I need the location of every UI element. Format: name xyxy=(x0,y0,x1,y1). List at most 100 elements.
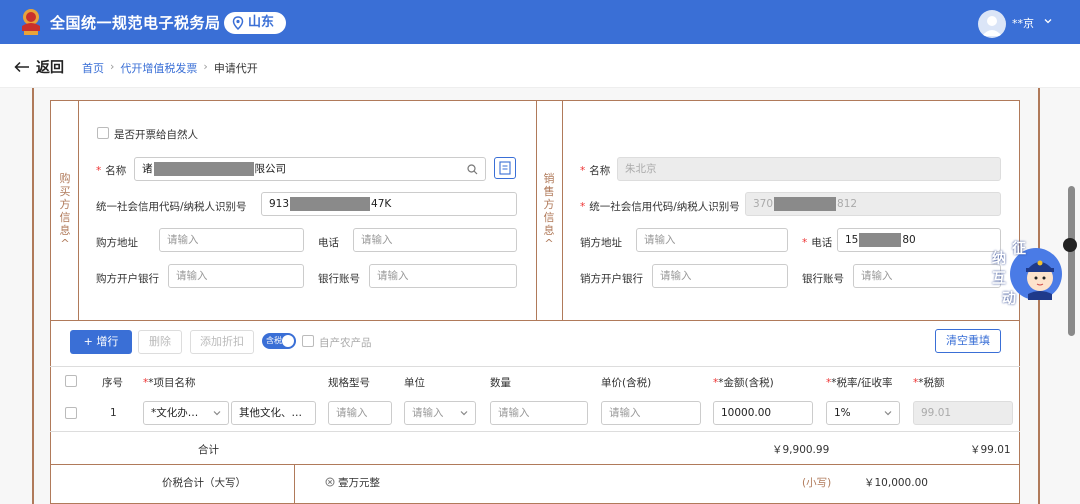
grand-total-divider xyxy=(50,464,1020,465)
toggle-knob xyxy=(282,335,294,347)
unit-price-input[interactable]: 请输入 xyxy=(601,401,701,425)
toggle-label: 含税 xyxy=(266,336,282,345)
chevron-down-icon[interactable] xyxy=(1043,16,1053,26)
tax-rate-select[interactable]: 1% xyxy=(826,401,900,425)
buyer-name-input[interactable]: 诸限公司 xyxy=(134,157,486,181)
parties-bottom-divider xyxy=(50,320,1020,321)
item-category-select[interactable]: *文化办… xyxy=(143,401,229,425)
breadcrumb-separator: › xyxy=(203,60,208,73)
breadcrumb-home[interactable]: 首页 xyxy=(82,60,104,76)
document-list-icon xyxy=(499,161,511,175)
row-checkbox[interactable] xyxy=(65,407,77,419)
back-label: 返回 xyxy=(36,60,64,76)
seller-address-input[interactable]: 请输入 xyxy=(636,228,788,252)
col-amount: **金额(含税) xyxy=(713,377,774,389)
user-icon xyxy=(982,16,1002,36)
mascot-char: 互 xyxy=(992,271,1006,287)
add-row-button[interactable]: + 增行 xyxy=(70,330,132,354)
grand-total-label: 价税合计（大写） xyxy=(162,477,246,489)
buyer-name-label: * 名称 xyxy=(96,165,127,177)
tax-included-toggle[interactable]: 含税 xyxy=(262,333,296,349)
reset-button[interactable]: 清空重填 xyxy=(935,329,1001,353)
buyer-phone-input[interactable]: 请输入 xyxy=(353,228,517,252)
mascot-char: 征 xyxy=(1012,241,1026,257)
spec-input[interactable]: 请输入 xyxy=(328,401,392,425)
total-amount: ￥9,900.99 xyxy=(772,444,830,456)
page-scrollbar[interactable] xyxy=(1068,186,1075,336)
buyer-label-char: 买 xyxy=(59,185,71,198)
breadcrumb-current: 申请代开 xyxy=(213,62,258,75)
seller-bank-input[interactable]: 请输入 xyxy=(652,264,788,288)
user-name[interactable]: **京 xyxy=(1012,15,1034,31)
select-all-checkbox[interactable] xyxy=(65,375,77,387)
tax-amount-input: 99.01 xyxy=(913,401,1013,425)
buyer-bank-input[interactable]: 请输入 xyxy=(168,264,304,288)
col-index: 序号 xyxy=(102,377,123,389)
search-icon[interactable] xyxy=(467,164,478,175)
item-detail-input[interactable]: 其他文化、… xyxy=(231,401,316,425)
collapse-chevron-icon[interactable]: ^ xyxy=(539,237,559,250)
region-selector[interactable]: 山东 xyxy=(224,12,286,34)
chevron-down-icon xyxy=(460,411,468,416)
buyer-taxid-input[interactable]: 913 47K xyxy=(261,192,517,216)
seller-address-label: 销方地址 xyxy=(580,237,622,249)
seller-account-input[interactable]: 请输入 xyxy=(853,264,1001,288)
location-pin-icon xyxy=(232,16,244,30)
seller-name-label: * 名称 xyxy=(580,165,611,177)
left-border xyxy=(32,88,34,504)
col-spec: 规格型号 xyxy=(328,377,370,389)
buyer-label-divider xyxy=(78,100,79,320)
buyer-label-char: 息 xyxy=(59,224,71,237)
back-button[interactable]: 返回 xyxy=(14,57,64,77)
user-avatar[interactable] xyxy=(978,10,1006,38)
add-discount-button[interactable]: 添加折扣 xyxy=(190,330,254,354)
grand-total-small-label: (小写) xyxy=(802,477,832,489)
breadcrumb: 首页 › 代开增值税发票 › 申请代开 xyxy=(82,60,258,76)
app-title: 全国统一规范电子税务局 xyxy=(50,14,221,32)
buyer-account-input[interactable]: 请输入 xyxy=(369,264,517,288)
breadcrumb-separator: › xyxy=(110,60,115,73)
chevron-down-icon xyxy=(213,411,221,416)
seller-label-char: 息 xyxy=(543,224,555,237)
seller-taxid-label: * 统一社会信用代码/纳税人识别号 xyxy=(580,201,740,213)
col-rate: **税率/征收率 xyxy=(826,377,893,389)
collapse-chevron-icon[interactable]: ^ xyxy=(55,237,75,250)
total-divider xyxy=(50,431,1020,432)
buyer-address-label: 购方地址 xyxy=(96,237,138,249)
chevron-down-icon xyxy=(884,411,892,416)
buyer-address-input[interactable]: 请输入 xyxy=(159,228,304,252)
party-divider xyxy=(536,100,537,320)
quantity-input[interactable]: 请输入 xyxy=(490,401,588,425)
col-unit: 单位 xyxy=(404,377,425,389)
col-tax: **税额 xyxy=(913,377,945,389)
self-produced-checkbox[interactable] xyxy=(302,335,314,347)
amount-input[interactable]: 10000.00 xyxy=(713,401,813,425)
grand-total-vdivider xyxy=(294,464,295,504)
seller-label-char: 售 xyxy=(543,185,555,198)
col-quantity: 数量 xyxy=(490,377,511,389)
seller-taxid-input: 370 812 xyxy=(745,192,1001,216)
close-circle-icon xyxy=(325,477,335,487)
seller-phone-input[interactable]: 15 80 xyxy=(837,228,1001,252)
total-tax: ￥99.01 xyxy=(970,444,1011,456)
breadcrumb-invoice[interactable]: 代开增值税发票 xyxy=(120,60,197,76)
select-taxpayer-button[interactable] xyxy=(494,157,516,179)
delete-button[interactable]: 删除 xyxy=(138,330,182,354)
seller-name-input: 朱北京 xyxy=(617,157,1001,181)
top-bar: 全国统一规范电子税务局 山东 **京 xyxy=(0,0,1080,44)
buyer-section-label: 购 买 方 信 息 ^ xyxy=(55,172,75,250)
natural-person-checkbox[interactable] xyxy=(97,127,109,139)
seller-bank-label: 销方开户银行 xyxy=(580,273,643,285)
buyer-label-char: 购 xyxy=(59,172,71,185)
col-item-name: **项目名称 xyxy=(143,377,196,389)
buyer-bank-label: 购方开户银行 xyxy=(96,273,159,285)
interaction-mascot[interactable]: 征 纳 互 动 xyxy=(990,236,1066,312)
region-label: 山东 xyxy=(248,15,275,30)
unit-select[interactable]: 请输入 xyxy=(404,401,476,425)
buyer-label-char: 方 xyxy=(59,198,71,211)
grand-total-upper: 壹万元整 xyxy=(325,475,380,490)
tax-emblem-icon xyxy=(22,9,40,35)
seller-label-char: 信 xyxy=(543,211,555,224)
mascot-char: 纳 xyxy=(992,251,1006,267)
seller-phone-label: * 电话 xyxy=(802,237,833,249)
